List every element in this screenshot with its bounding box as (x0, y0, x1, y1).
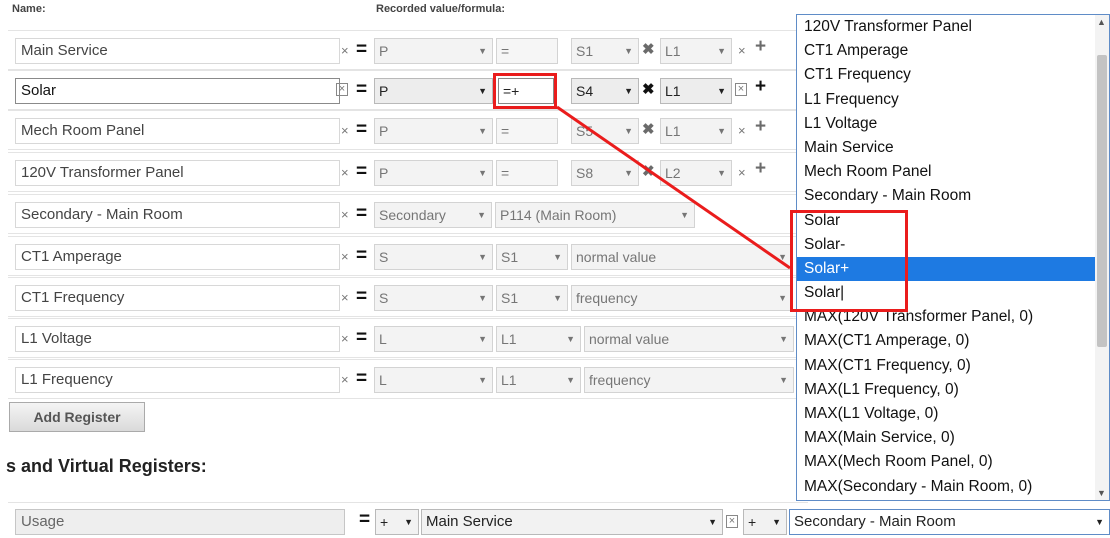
annotation-line-layer (556, 105, 791, 270)
annotation-connector-line (556, 105, 791, 270)
